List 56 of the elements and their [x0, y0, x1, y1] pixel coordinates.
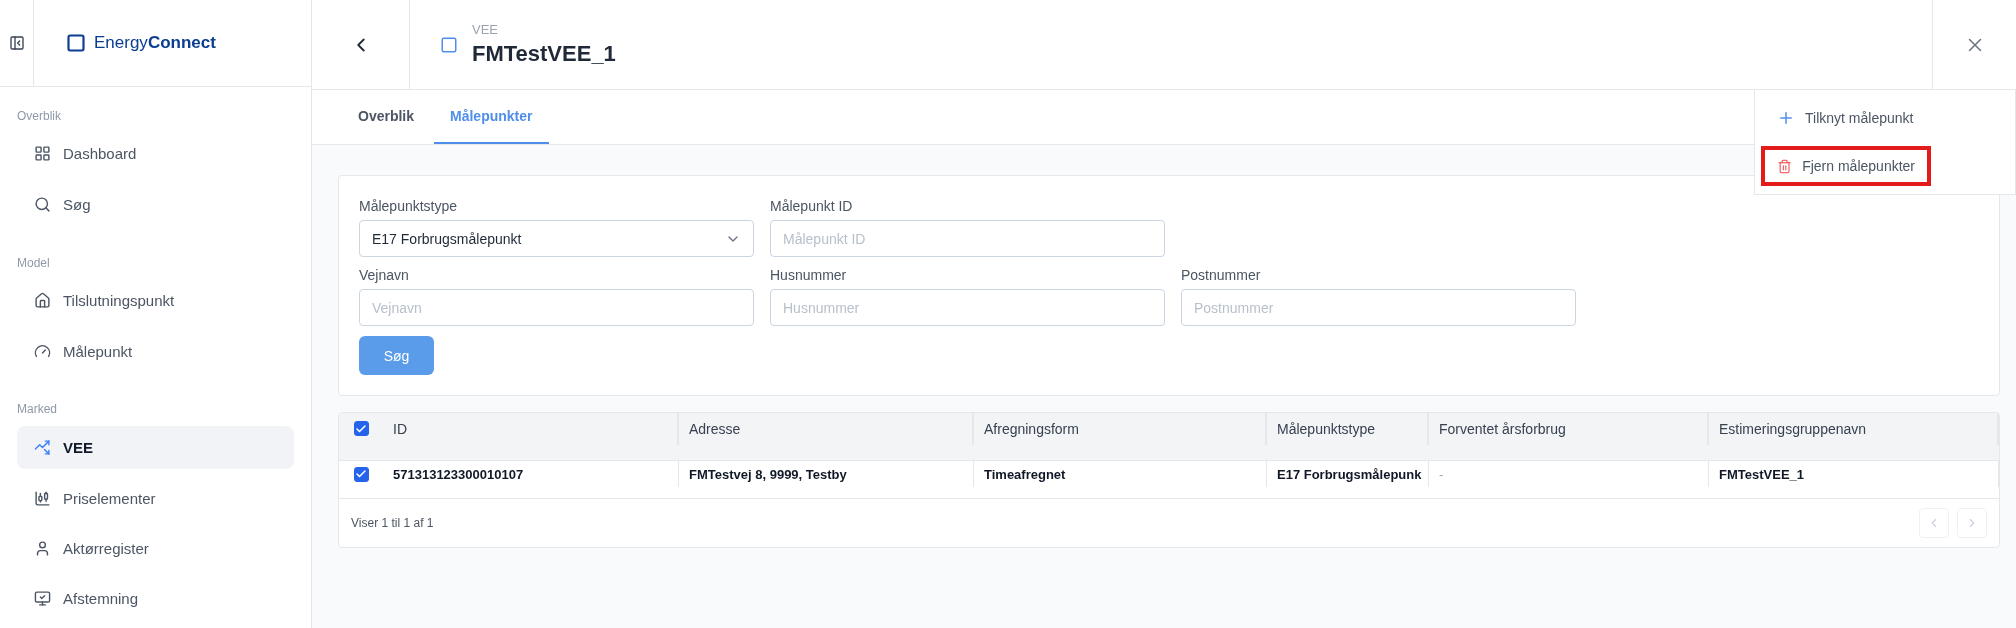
sidebar-item[interactable]: Målepunkt: [17, 330, 294, 373]
field-label: Postnummer: [1181, 267, 1262, 283]
monitor-check-icon: [34, 590, 51, 608]
field-label: Målepunktstype: [359, 198, 459, 214]
plus-icon: [1777, 109, 1795, 127]
field-label: Husnummer: [770, 267, 848, 283]
grid-icon: [34, 145, 51, 163]
previous-page-button[interactable]: [1919, 508, 1949, 538]
input-field[interactable]: Husnummer: [770, 289, 1165, 326]
panel-icon: [8, 34, 25, 51]
column-header[interactable]: Forventet årsforbrug: [1429, 413, 1709, 445]
field-label: Målepunkt ID: [770, 198, 854, 214]
column-header[interactable]: Målepunktstype: [1267, 413, 1429, 445]
column-header[interactable]: Adresse: [679, 413, 974, 445]
table-cell: Timeafregnet: [974, 461, 1267, 487]
section-heading: Marked: [16, 401, 58, 419]
brand-logo: EnergyConnect: [94, 32, 216, 53]
table-cell: -: [1429, 461, 1709, 487]
column-header[interactable]: Estimeringsgruppenavn: [1709, 413, 1999, 445]
row-checkbox[interactable]: [353, 466, 369, 482]
sidebar-item[interactable]: VEE: [17, 426, 294, 469]
table-cell: FMTestVEE_1: [1709, 461, 1999, 487]
bar-chart-icon: [34, 489, 51, 507]
square-icon: [440, 35, 458, 54]
trend-arrows-icon: [34, 439, 51, 457]
input-field[interactable]: Postnummer: [1181, 289, 1576, 326]
logo-icon: [66, 32, 86, 53]
input-field[interactable]: Målepunkt ID: [770, 220, 1165, 257]
sidebar-item[interactable]: Aktørregister: [17, 527, 294, 570]
section-heading: Model: [16, 254, 51, 272]
user-icon: [34, 539, 51, 557]
table-cell: FMTestvej 8, 9999, Testby: [679, 461, 974, 487]
sidebar-item[interactable]: Søg: [17, 183, 294, 226]
next-page-button[interactable]: [1957, 508, 1987, 538]
gauge-icon: [34, 342, 51, 360]
menu-item[interactable]: Fjern målepunkter: [1761, 146, 1931, 186]
column-header[interactable]: ID: [383, 413, 679, 445]
sidebar-item[interactable]: Priselementer: [17, 476, 294, 520]
page-overline: VEE: [472, 22, 499, 37]
pagination-summary: Viser 1 til 1 af 1: [351, 516, 434, 530]
input-field[interactable]: Vejnavn: [359, 289, 754, 326]
section-heading: Overblik: [16, 107, 62, 125]
page-title: FMTestVEE_1: [472, 41, 616, 67]
trash-icon: [1777, 157, 1793, 175]
sidebar-item[interactable]: Dashboard: [17, 132, 294, 176]
field-label: Vejnavn: [359, 267, 410, 283]
select-all-checkbox[interactable]: [353, 421, 369, 437]
column-header[interactable]: Afregningsform: [974, 413, 1267, 445]
sidebar-item[interactable]: Tilslutningspunkt: [17, 279, 294, 322]
table-cell: E17 Forbrugsmålepunk: [1267, 461, 1429, 487]
sidebar-item[interactable]: Afstemning: [17, 577, 294, 620]
search-icon: [34, 195, 51, 213]
house-icon: [34, 292, 51, 310]
select-field[interactable]: E17 Forbrugsmålepunkt: [359, 220, 754, 257]
table-cell: 571313123300010107: [383, 461, 679, 487]
tab[interactable]: Overblik: [342, 90, 431, 144]
